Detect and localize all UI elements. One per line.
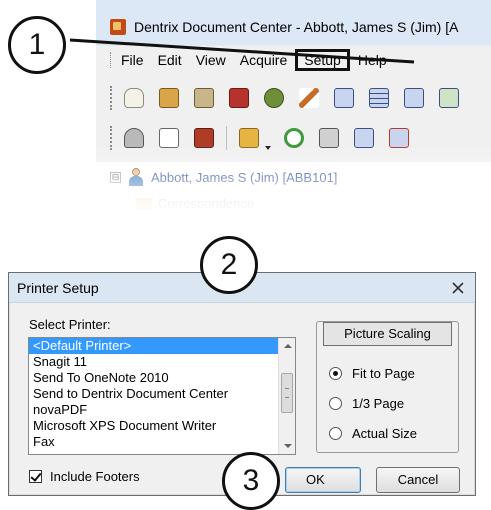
radio-button[interactable] [329,397,342,410]
printer-item[interactable]: novaPDF [29,402,295,418]
close-icon[interactable] [449,279,467,297]
printer-item-default[interactable]: <Default Printer> [29,338,295,354]
printer-list[interactable]: <Default Printer> Snagit 11 Send To OneN… [28,337,296,455]
ok-button[interactable]: OK [285,467,361,493]
picture-scaling-group: Picture Scaling Fit to Page 1/3 Page Act… [316,321,459,453]
printer-list-scrollbar[interactable] [278,338,295,454]
cancel-button[interactable]: Cancel [376,467,460,493]
printer-item[interactable]: Fax [29,434,295,450]
callout-2: 2 [200,236,258,294]
printer-item[interactable]: Send to Dentrix Document Center [29,386,295,402]
include-footers-checkbox[interactable] [29,470,42,483]
scroll-thumb[interactable] [281,373,293,413]
include-footers-label[interactable]: Include Footers [50,469,140,484]
printer-item[interactable]: Send To OneNote 2010 [29,370,295,386]
radio-actual-size[interactable]: Actual Size [329,426,417,441]
radio-fit-to-page[interactable]: Fit to Page [329,366,415,381]
radio-label[interactable]: 1/3 Page [352,396,404,411]
radio-one-third-page[interactable]: 1/3 Page [329,396,404,411]
scroll-down-icon[interactable] [279,437,295,454]
callout-3: 3 [222,452,280,510]
callout-1: 1 [8,16,66,74]
include-footers-row[interactable]: Include Footers [29,469,140,484]
picture-scaling-heading: Picture Scaling [323,322,452,346]
scroll-up-icon[interactable] [279,338,295,355]
radio-label[interactable]: Actual Size [352,426,417,441]
radio-label[interactable]: Fit to Page [352,366,415,381]
printer-item[interactable]: Snagit 11 [29,354,295,370]
select-printer-label: Select Printer: [29,317,111,332]
dialog-title: Printer Setup [17,280,99,296]
printer-item[interactable]: Microsoft XPS Document Writer [29,418,295,434]
radio-button-selected[interactable] [329,367,342,380]
radio-button[interactable] [329,427,342,440]
